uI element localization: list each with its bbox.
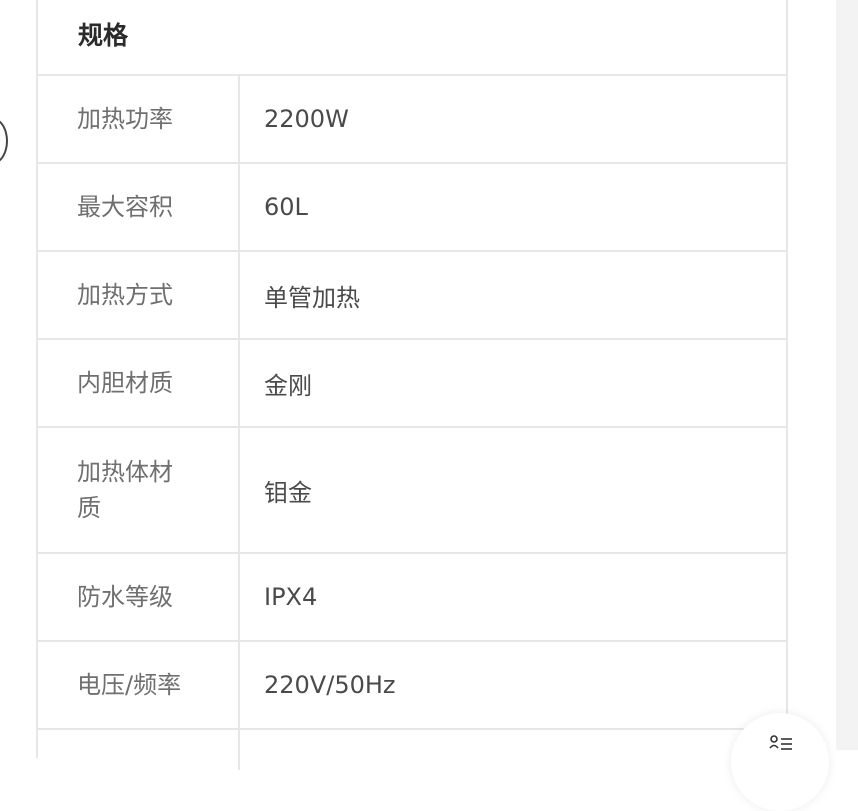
spec-card-title: 规格 [38,0,786,76]
spec-label: 加热体材质 [38,428,240,552]
spec-row: 加热功率 2200W [38,76,786,164]
spec-row: 加热方式 单管加热 [38,252,786,340]
spec-label: 最大容积 [38,164,240,250]
floating-list-button[interactable] [731,713,829,811]
spec-value: 金刚 [264,371,312,400]
spec-value: 2200W [264,105,349,133]
spec-row-partial [38,730,786,770]
spec-row: 电压/频率 220V/50Hz [38,642,786,730]
spec-value: IPX4 [264,583,318,611]
spec-row: 最大容积 60L [38,164,786,252]
left-edge-circle-control[interactable] [0,118,8,164]
spec-label: 加热功率 [38,76,240,162]
spec-label: 加热方式 [38,252,240,338]
spec-value [240,730,786,770]
spec-row: 内胆材质 金刚 [38,340,786,428]
spec-card: 规格 加热功率 2200W 最大容积 60L 加热方式 单管加热 内胆材质 金刚… [36,0,788,770]
spec-value: 60L [264,193,308,221]
spec-value: 钼金 [264,478,312,507]
spec-label: 防水等级 [38,554,240,640]
right-gutter [836,0,858,750]
spec-label: 电压/频率 [38,642,240,728]
spec-label: 内胆材质 [38,340,240,426]
spec-value: 220V/50Hz [264,671,396,699]
spec-row: 加热体材质 钼金 [38,428,786,554]
spec-row: 防水等级 IPX4 [38,554,786,642]
spec-label [38,730,240,770]
list-icon [769,735,792,750]
spec-value: 单管加热 [264,283,360,312]
